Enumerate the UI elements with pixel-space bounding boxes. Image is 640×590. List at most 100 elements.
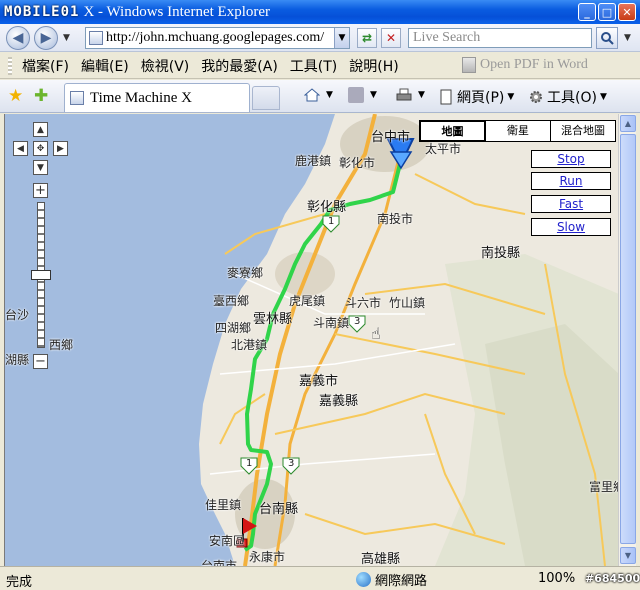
back-button[interactable]: ◀ — [6, 26, 30, 50]
printer-icon — [396, 88, 412, 101]
gear-icon — [530, 91, 542, 103]
tab-label: Time Machine X — [90, 89, 192, 106]
menu-view[interactable]: 檢視(V) — [135, 56, 196, 76]
zoom-in-button[interactable]: + — [33, 183, 48, 198]
home-icon — [304, 88, 320, 102]
map-view[interactable]: 1 3 1 3 台中市 太平市 鹿港鎮 彰化市 彰化縣 南投市 南投縣 麥寮鄉 … — [4, 114, 618, 566]
menu-favorites[interactable]: 我的最愛(A) — [195, 56, 284, 76]
forward-arrow-icon: ▶ — [40, 30, 52, 46]
fast-playback-button[interactable]: Fast — [531, 195, 611, 213]
title-bar: MOBILE01 X - Windows Internet Explorer _… — [0, 0, 640, 24]
place-label: 嘉義市 — [299, 374, 339, 389]
status-bar: 完成 網際網路 100% — [0, 566, 640, 590]
run-playback-button[interactable]: Run — [531, 172, 611, 190]
address-bar: ◀ ▶ ▼ http://john.mchuang.googlepages.co… — [0, 24, 640, 52]
menu-file[interactable]: 檔案(F) — [16, 56, 75, 76]
place-label: 台南縣 — [259, 502, 299, 517]
feeds-dropdown-icon: ▼ — [370, 90, 377, 100]
page-menu-button[interactable]: 網頁(P) ▼ — [438, 87, 514, 107]
brand-logo: MOBILE01 — [4, 4, 80, 20]
place-label: 台中市 — [371, 130, 411, 145]
stop-playback-button[interactable]: Stop — [531, 150, 611, 168]
place-label: 雲林縣 — [253, 312, 293, 327]
map-background — [5, 114, 618, 566]
zoom-out-button[interactable]: − — [33, 354, 48, 369]
search-options-dropdown[interactable]: ▼ — [624, 33, 631, 43]
watermark: #684500 — [585, 572, 640, 585]
page-icon — [440, 89, 452, 105]
pan-left-button[interactable]: ◀ — [13, 141, 28, 156]
feeds-button[interactable]: ▼ — [348, 87, 377, 103]
route-shield-label: 1 — [328, 216, 335, 227]
map-type-hybrid[interactable]: 混合地圖 — [550, 121, 615, 141]
pan-center-button[interactable]: ✥ — [33, 141, 48, 156]
page-icon — [89, 31, 103, 45]
place-label: 彰化市 — [339, 156, 376, 170]
place-label: 竹山鎮 — [389, 296, 426, 310]
zoom-slider-handle[interactable] — [31, 270, 51, 280]
maximize-button[interactable]: □ — [598, 3, 616, 21]
scroll-thumb[interactable] — [620, 134, 636, 544]
place-label: 湖縣 — [5, 353, 30, 367]
home-button[interactable]: ▼ — [304, 87, 333, 103]
pan-right-button[interactable]: ▶ — [53, 141, 68, 156]
menu-edit[interactable]: 編輯(E) — [75, 56, 135, 76]
route-shield-label: 1 — [246, 458, 253, 469]
menu-grip — [8, 56, 12, 75]
open-pdf-label: Open PDF in Word — [480, 57, 588, 72]
home-dropdown-icon: ▼ — [326, 90, 333, 100]
back-arrow-icon: ◀ — [12, 30, 24, 46]
menu-bar: 檔案(F) 編輯(E) 檢視(V) 我的最愛(A) 工具(T) 說明(H) Op… — [0, 53, 640, 79]
place-label: 南投市 — [377, 212, 414, 226]
menu-help[interactable]: 說明(H) — [343, 56, 404, 76]
map-type-satellite[interactable]: 衛星 — [485, 121, 550, 141]
place-label: 高雄縣 — [361, 552, 401, 566]
tab-page-icon — [70, 91, 84, 105]
tools-menu-button[interactable]: 工具(O) ▼ — [528, 87, 607, 107]
tab-time-machine[interactable]: Time Machine X — [64, 83, 250, 112]
vertical-scrollbar[interactable]: ▲ ▼ — [618, 114, 636, 566]
url-dropdown[interactable]: ▼ — [334, 28, 349, 48]
command-bar: ★ ✚ Time Machine X ▼ ▼ ▼ 網頁(P) ▼ 工具(O) ▼ — [0, 80, 640, 113]
url-text: http://john.mchuang.googlepages.com/ — [106, 30, 325, 45]
place-label: 臺西鄉 — [213, 294, 250, 308]
scroll-down-button[interactable]: ▼ — [620, 547, 636, 564]
minimize-button[interactable]: _ — [578, 3, 596, 21]
zoom-level[interactable]: 100% — [538, 571, 575, 586]
route-shield-label: 3 — [354, 316, 361, 327]
close-button[interactable]: ✕ — [618, 3, 636, 21]
print-button[interactable]: ▼ — [396, 87, 425, 103]
place-label: 台南市 — [201, 559, 238, 566]
pan-down-button[interactable]: ▼ — [33, 160, 48, 175]
new-tab-button[interactable] — [252, 86, 280, 110]
scroll-up-button[interactable]: ▲ — [620, 115, 636, 132]
favorites-star-icon[interactable]: ★ — [8, 86, 23, 106]
search-input[interactable]: Live Search — [408, 28, 592, 48]
forward-button[interactable]: ▶ — [34, 26, 58, 50]
refresh-button[interactable]: ⇄ — [357, 28, 377, 48]
security-zone[interactable]: 網際網路 — [356, 570, 427, 589]
history-dropdown[interactable]: ▼ — [63, 33, 70, 43]
pan-up-button[interactable]: ▲ — [33, 122, 48, 137]
place-label: 斗六市 — [345, 296, 382, 310]
stop-icon: ✕ — [385, 31, 397, 45]
menu-tools[interactable]: 工具(T) — [284, 56, 343, 76]
place-label: 西鄉 — [49, 338, 74, 352]
place-label: 永康市 — [249, 550, 286, 564]
open-pdf-button[interactable]: Open PDF in Word — [462, 57, 588, 73]
globe-icon — [356, 572, 371, 587]
place-label: 佳里鎮 — [205, 498, 242, 512]
url-field[interactable]: http://john.mchuang.googlepages.com/ ▼ — [85, 27, 350, 49]
add-favorite-icon[interactable]: ✚ — [34, 86, 48, 106]
stop-button[interactable]: ✕ — [381, 28, 401, 48]
place-label: 太平市 — [425, 142, 462, 156]
refresh-icon: ⇄ — [361, 31, 373, 45]
center-icon: ✥ — [36, 143, 45, 154]
place-label: 南投縣 — [481, 246, 521, 261]
print-dropdown-icon: ▼ — [418, 90, 425, 100]
place-label: 虎尾鎮 — [289, 294, 326, 308]
search-icon — [601, 32, 614, 45]
slow-playback-button[interactable]: Slow — [531, 218, 611, 236]
search-button[interactable] — [596, 27, 618, 49]
map-type-map[interactable]: 地圖 — [420, 121, 485, 141]
